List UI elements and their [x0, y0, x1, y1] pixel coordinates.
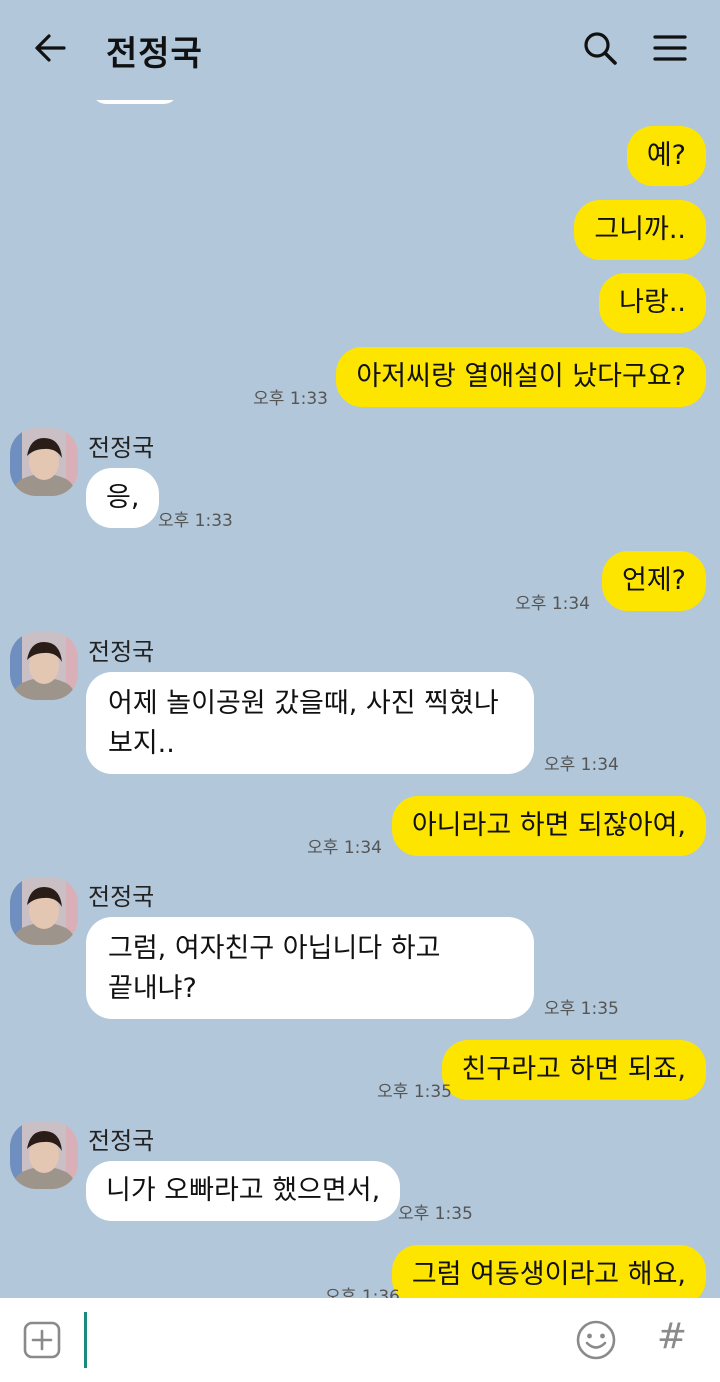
profile-photo-icon [10, 1121, 78, 1189]
profile-photo-icon [10, 428, 78, 496]
message-timestamp: 오후 1:34 [544, 755, 619, 775]
search-button[interactable] [580, 28, 620, 68]
back-button[interactable] [30, 28, 70, 68]
message-timestamp: 오후 1:36 [325, 1287, 400, 1298]
my-message-bubble[interactable]: 나랑.. [599, 273, 706, 333]
search-icon [584, 32, 617, 65]
message-text: 응, [106, 482, 140, 513]
message-text-line: 보지.. [108, 728, 175, 759]
message-text: 그니까.. [594, 214, 686, 245]
message-timestamp: 오후 1:35 [544, 999, 619, 1019]
profile-photo-icon [10, 877, 78, 945]
message-input-bar: # [0, 1298, 720, 1382]
chat-area[interactable]: 예? 그니까.. 나랑.. 아저씨랑 열애설이 났다구요? 오후 1:33 전정… [0, 0, 720, 1298]
chat-title: 전정국 [106, 34, 203, 74]
message-text: 그럼 여동생이라고 해요, [411, 1259, 686, 1290]
message-text: 아니라고 하면 되잖아여, [411, 810, 686, 841]
message-text-line: 어제 놀이공원 갔을때, 사진 찍혔나 [108, 688, 499, 719]
my-message-bubble[interactable]: 그니까.. [574, 200, 706, 260]
sender-name: 전정국 [88, 638, 155, 666]
message-timestamp: 오후 1:35 [398, 1204, 473, 1224]
message-text: 아저씨랑 열애설이 났다구요? [356, 361, 686, 392]
profile-photo-icon [10, 632, 78, 700]
my-message-bubble[interactable]: 아니라고 하면 되잖아여, [391, 796, 706, 856]
message-timestamp: 오후 1:33 [158, 511, 233, 531]
message-text: 나랑.. [619, 287, 686, 318]
message-text-line: 끝내냐? [108, 973, 197, 1004]
menu-icon [653, 35, 687, 61]
message-text: 니가 오빠라고 했으면서, [106, 1175, 381, 1206]
avatar[interactable] [10, 632, 78, 700]
my-message-bubble[interactable]: 아저씨랑 열애설이 났다구요? [336, 347, 706, 407]
text-cursor [84, 1312, 87, 1368]
plus-icon [23, 1321, 61, 1359]
emoji-button[interactable] [574, 1318, 618, 1362]
my-message-bubble[interactable]: 언제? [601, 551, 706, 611]
menu-button[interactable] [650, 28, 690, 68]
back-arrow-icon [35, 34, 66, 62]
avatar[interactable] [10, 428, 78, 496]
message-text: 언제? [621, 565, 686, 596]
message-text: 친구라고 하면 되죠, [461, 1054, 686, 1085]
hash-icon[interactable]: # [652, 1316, 692, 1362]
their-message-bubble[interactable]: 그럼, 여자친구 아닙니다 하고 끝내냐? [86, 917, 534, 1019]
my-message-bubble[interactable]: 예? [626, 126, 706, 186]
message-input[interactable] [82, 1310, 552, 1370]
message-timestamp: 오후 1:35 [377, 1082, 452, 1102]
sender-name: 전정국 [88, 1127, 155, 1155]
their-message-bubble[interactable]: 어제 놀이공원 갔을때, 사진 찍혔나 보지.. [86, 672, 534, 774]
my-message-bubble[interactable]: 그럼 여동생이라고 해요, [391, 1245, 706, 1298]
emoji-icon [576, 1320, 616, 1360]
message-timestamp: 오후 1:34 [515, 594, 590, 614]
message-text-line: 그럼, 여자친구 아닙니다 하고 [108, 933, 441, 964]
attach-button[interactable] [22, 1320, 62, 1360]
message-text: 예? [646, 140, 686, 171]
sender-name: 전정국 [88, 883, 155, 911]
sender-name: 전정국 [88, 434, 155, 462]
chat-header: 전정국 [0, 0, 720, 100]
their-message-bubble[interactable]: 응, [86, 468, 160, 528]
their-message-bubble[interactable]: 니가 오빠라고 했으면서, [86, 1161, 401, 1221]
avatar[interactable] [10, 877, 78, 945]
message-timestamp: 오후 1:34 [307, 838, 382, 858]
message-timestamp: 오후 1:33 [253, 389, 328, 409]
avatar[interactable] [10, 1121, 78, 1189]
my-message-bubble[interactable]: 친구라고 하면 되죠, [441, 1040, 706, 1100]
